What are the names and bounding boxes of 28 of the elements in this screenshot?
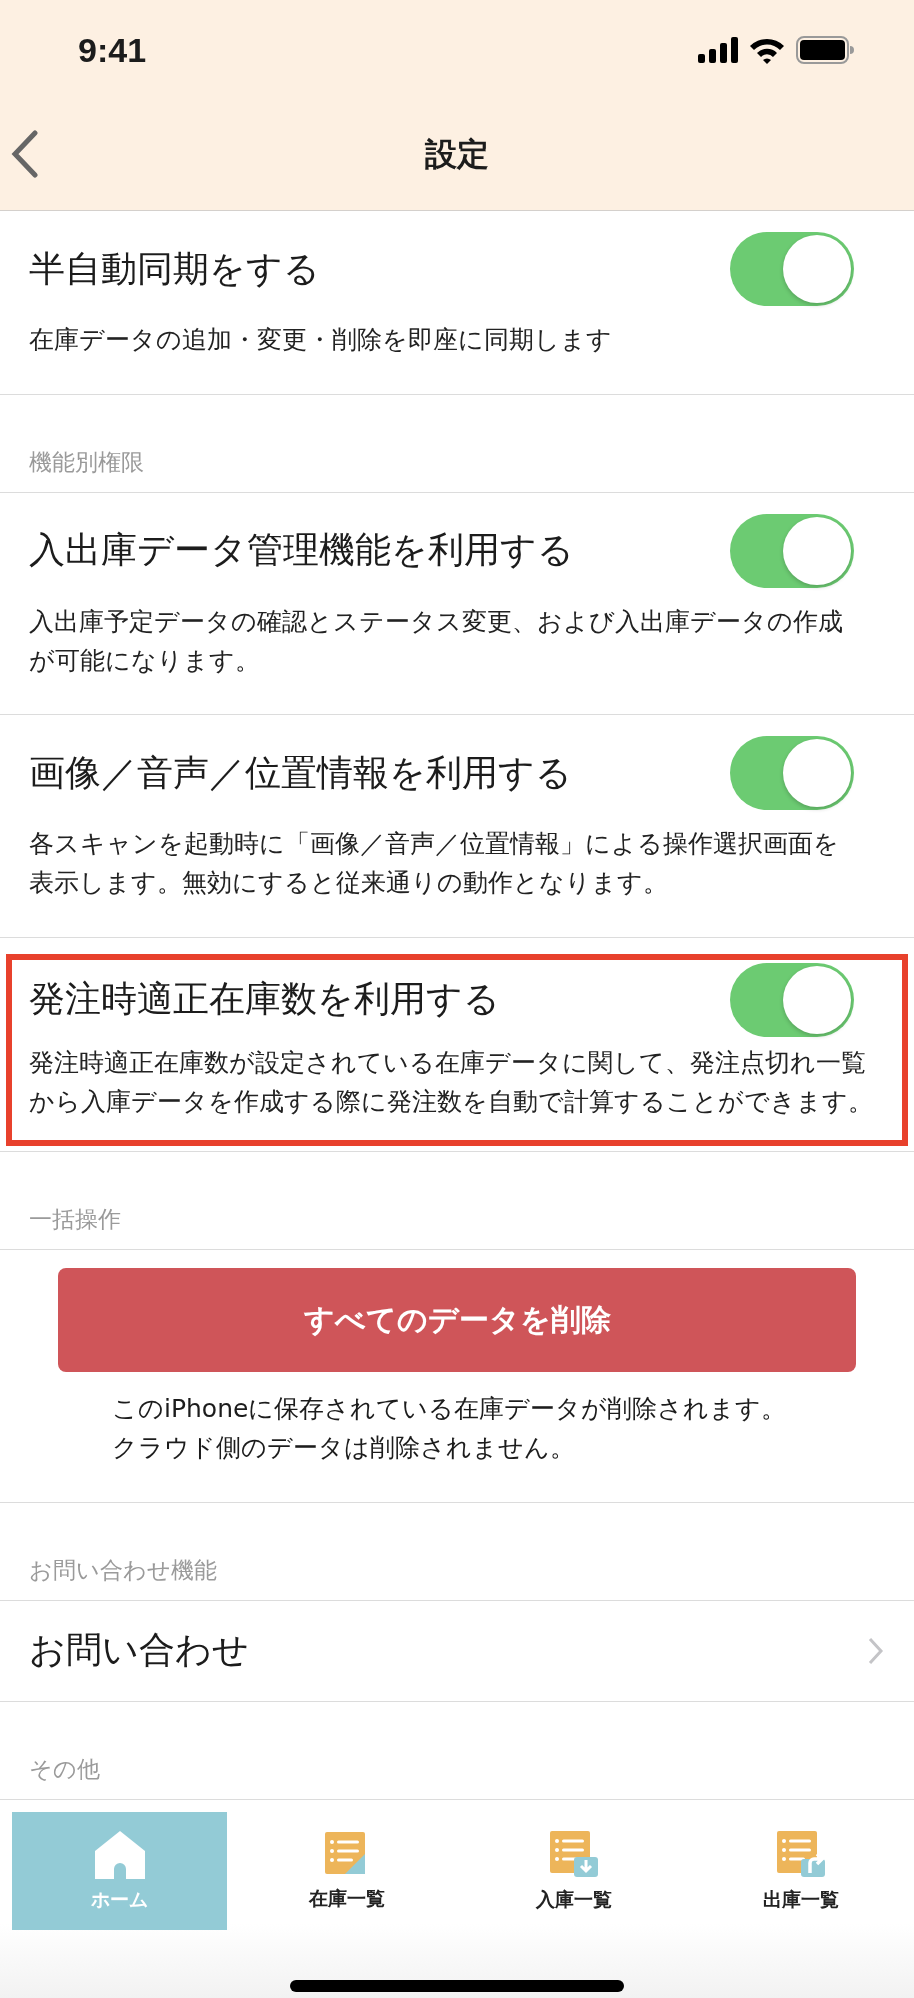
section-header: 機能別権限 [29,447,144,477]
signal-icon [698,37,738,63]
chevron-right-icon [868,1636,884,1665]
section-header: その他 [29,1754,100,1784]
battery-icon [796,36,854,64]
status-time: 9:41 [78,30,147,70]
delete-description: このiPhoneに保存されている在庫データが削除されます。クラウド側のデータは削除されません。 [112,1393,788,1464]
document-download-icon [547,1829,600,1879]
wifi-icon [748,36,786,64]
setting-label: 半自動同期をする [29,246,320,291]
setting-description: 各スキャンを起動時に「画像／音声／位置情報」による操作選択画面を表示します。無効にすると従来通りの動作となります。 [29,828,840,899]
setting-description: 在庫データの追加・変更・削除を即座に同期します [29,324,613,356]
section-header: 一括操作 [29,1205,121,1235]
back-icon[interactable] [10,130,40,178]
section-header: お問い合わせ機能 [29,1555,217,1585]
setting-label: 入出庫データ管理機能を利用する [29,528,574,573]
delete-all-button[interactable]: すべてのデータを削除 [58,1268,856,1373]
screen-title: 設定 [425,134,489,175]
tab[interactable]: 出庫一覧 [693,1812,908,1930]
setting-label: 画像／音声／位置情報を利用する [29,750,572,795]
contact-row[interactable]: お問い合わせ [0,1600,914,1702]
setting-description: 入出庫予定データの確認とステータス変更、および入出庫データの作成が可能になります。 [29,605,844,677]
home-icon [92,1829,147,1879]
document-upload-icon [774,1829,827,1879]
setting-description: 発注時適正在庫数が設定されている在庫データに関して、発注点切れ一覧から入庫データを作成する際に発注数を自動で計算することができます。 [29,1046,874,1118]
tab[interactable]: 入庫一覧 [466,1812,681,1930]
tab[interactable]: 在庫一覧 [239,1812,454,1930]
setting-label: 発注時適正在庫数を利用する [29,977,500,1022]
